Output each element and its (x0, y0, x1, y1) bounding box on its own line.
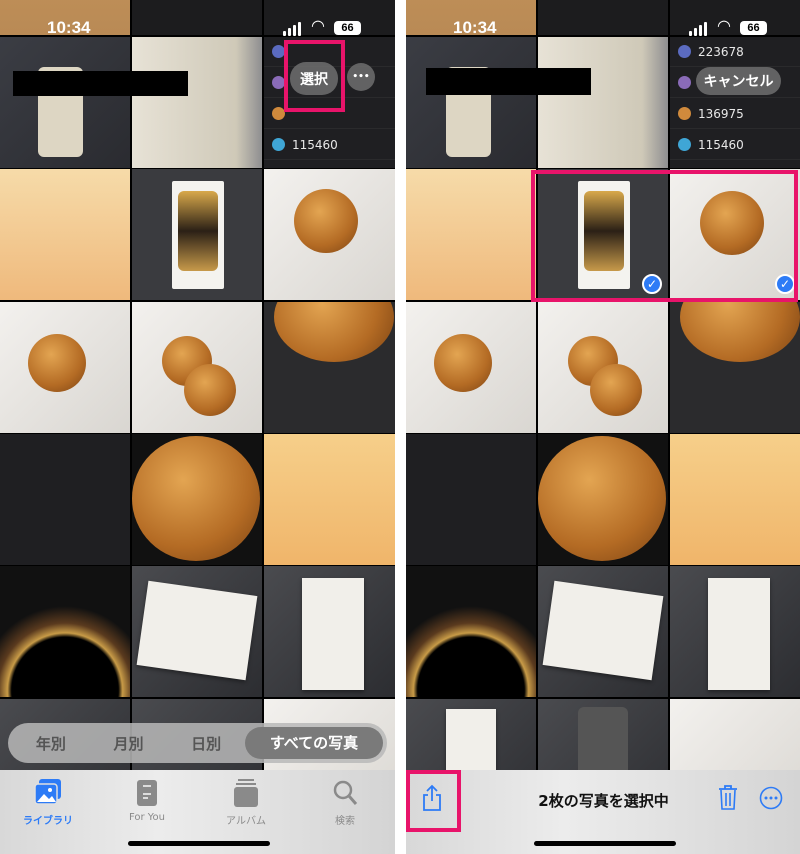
photo-thumbnail[interactable] (0, 302, 130, 433)
photo-thumbnail[interactable] (132, 169, 262, 300)
photo-thumbnail[interactable] (406, 0, 536, 35)
photo-thumbnail[interactable] (264, 434, 395, 565)
list-number: 223678 (698, 44, 744, 59)
photo-thumbnail[interactable] (406, 302, 536, 433)
segment-days[interactable]: 日別 (167, 733, 245, 754)
photo-thumbnail[interactable] (0, 169, 130, 300)
photos-select-screen: 223678 136975 115460 ✓ ✓ 10:34 ◠ 66 キャンセ… (406, 0, 800, 854)
ellipsis-circle-icon (759, 786, 783, 810)
photo-thumbnail[interactable] (0, 434, 130, 565)
photo-thumbnail[interactable] (406, 434, 536, 565)
album-icon (206, 778, 286, 808)
photo-thumbnail[interactable] (264, 302, 395, 433)
delete-button[interactable] (718, 784, 738, 814)
highlight-box (531, 170, 798, 302)
more-button[interactable]: ••• (347, 63, 375, 91)
photo-thumbnail[interactable] (132, 37, 262, 168)
more-options-button[interactable] (759, 786, 783, 814)
photo-thumbnail[interactable] (406, 566, 536, 697)
list-number: 136975 (698, 106, 744, 121)
highlight-box (406, 770, 461, 832)
photo-thumbnail[interactable]: 223678 136975 115460 (670, 37, 800, 168)
photos-library-screen: 115460 10:34 ◠ 66 選択 ••• 年別 月別 日別 すべての写真… (0, 0, 395, 854)
photo-thumbnail[interactable] (538, 302, 668, 433)
view-segmented-control: 年別 月別 日別 すべての写真 (8, 723, 387, 763)
list-number: 115460 (698, 137, 744, 152)
tab-albums[interactable]: アルバム (206, 778, 286, 827)
photo-thumbnail[interactable] (406, 169, 536, 300)
photo-thumbnail[interactable] (0, 566, 130, 697)
tab-label: アルバム (226, 816, 266, 827)
tab-library[interactable]: ライブラリ (8, 778, 88, 827)
trash-icon (719, 785, 737, 810)
photo-thumbnail[interactable] (538, 37, 668, 168)
photo-thumbnail[interactable] (132, 434, 262, 565)
search-icon (305, 778, 385, 808)
photo-thumbnail[interactable] (0, 37, 130, 168)
photo-thumbnail[interactable] (132, 0, 262, 35)
photo-thumbnail[interactable] (670, 302, 800, 433)
redaction-bar (13, 71, 188, 96)
photo-thumbnail[interactable] (670, 434, 800, 565)
tab-label: ライブラリ (23, 816, 73, 827)
segment-months[interactable]: 月別 (90, 733, 168, 754)
tab-label: For You (128, 812, 166, 823)
photo-thumbnail[interactable] (670, 0, 800, 35)
photo-thumbnail[interactable] (264, 0, 395, 35)
photo-thumbnail[interactable] (132, 566, 262, 697)
tab-search[interactable]: 検索 (305, 778, 385, 827)
photo-thumbnail[interactable] (406, 37, 536, 168)
for-you-icon (107, 778, 187, 808)
cancel-button[interactable]: キャンセル (696, 67, 781, 95)
photo-thumbnail[interactable] (538, 566, 668, 697)
tab-bar: ライブラリ For You アルバム 検索 (0, 770, 395, 854)
segment-all-photos[interactable]: すべての写真 (245, 727, 384, 759)
photo-thumbnail[interactable] (538, 0, 668, 35)
photo-thumbnail[interactable] (132, 302, 262, 433)
photo-library-icon (8, 778, 88, 808)
photo-thumbnail[interactable] (0, 0, 130, 35)
photo-thumbnail[interactable] (264, 566, 395, 697)
list-number: 115460 (292, 137, 338, 152)
home-indicator (534, 841, 676, 846)
photo-thumbnail[interactable] (264, 169, 395, 300)
selection-toolbar: 2枚の写真を選択中 (406, 770, 800, 854)
highlight-box (284, 40, 345, 112)
segment-years[interactable]: 年別 (12, 733, 90, 754)
photo-thumbnail[interactable] (538, 434, 668, 565)
tab-label: 検索 (335, 816, 355, 827)
tab-for-you[interactable]: For You (107, 778, 187, 823)
selection-status: 2枚の写真を選択中 (538, 792, 669, 810)
redaction-bar (426, 68, 591, 95)
photo-thumbnail[interactable] (670, 566, 800, 697)
home-indicator (128, 841, 270, 846)
